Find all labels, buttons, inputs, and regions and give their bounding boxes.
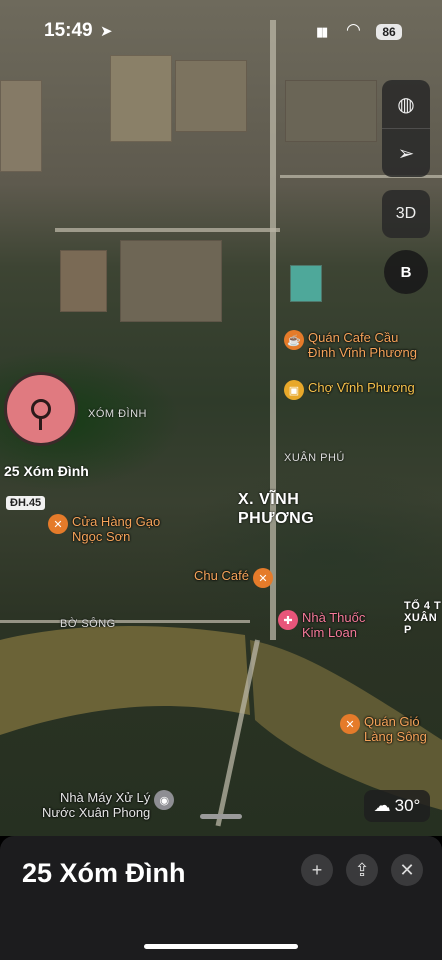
poi-nha-may[interactable]: ◉ Nhà Máy Xử Lý Nước Xuân Phong (42, 790, 175, 820)
plus-icon: + (311, 859, 323, 880)
poi-chu-cafe[interactable]: ✕ Chu Café (194, 568, 273, 588)
location-arrow-icon: ➢ (397, 142, 415, 165)
weather-badge[interactable]: ☁ 30° (364, 790, 430, 822)
food-icon: ✕ (252, 568, 273, 588)
globe-icon: ◍ (397, 93, 415, 116)
place-card[interactable]: 25 Xóm Đình + ⇪ ✕ (0, 814, 442, 960)
poi-cua-hang-gao[interactable]: ✕ Cửa Hàng Gạo Ngọc Sơn (48, 514, 160, 544)
poi-nha-thuoc[interactable]: ✚ Nhà Thuốc Kim Loan (278, 610, 365, 640)
xom-dinh-label: XÓM ĐÌNH (88, 408, 147, 420)
to-4-label: TỔ 4 T XUÂN P (404, 600, 442, 636)
road-badge: ĐH.45 (6, 496, 46, 510)
map-controls: ◍ ➢ (382, 80, 430, 177)
ward-label: X. VĨNH PHƯƠNG (238, 491, 315, 527)
location-button[interactable]: ➢ (382, 128, 430, 177)
add-button[interactable]: + (301, 854, 333, 886)
compass[interactable]: B (384, 250, 428, 294)
close-icon: ✕ (399, 859, 415, 880)
shopping-bag-icon: ▣ (284, 380, 304, 400)
location-arrow-icon: ➤ (100, 23, 113, 40)
share-button[interactable]: ⇪ (346, 854, 378, 886)
facility-icon: ◉ (154, 790, 175, 810)
poi-cho-vinh-phuong[interactable]: ▣ Chợ Vĩnh Phương (284, 380, 415, 400)
sheet-grabber[interactable] (200, 814, 242, 819)
wifi-icon: ◠ (346, 20, 361, 39)
food-icon: ✕ (48, 514, 68, 534)
xuan-phu-label: XUÂN PHÚ (284, 452, 345, 464)
pharmacy-icon: ✚ (278, 610, 298, 630)
clock: 15:49 (44, 20, 93, 41)
pin-label: 25 Xóm Đình (4, 463, 89, 479)
temperature: 30° (394, 796, 421, 815)
view-mode-control: 3D (382, 190, 430, 238)
poi-quan-cafe[interactable]: ☕ Quán Cafe Cầu Đình Vĩnh Phương (284, 330, 417, 360)
pin-icon (31, 399, 51, 430)
poi-quan-gio[interactable]: ✕ Quán Gió Làng Sông (340, 714, 427, 744)
road (55, 228, 280, 232)
bo-song-label: BỜ SÔNG (60, 618, 116, 630)
signal-icon: ▮▮ (316, 24, 328, 39)
road (0, 620, 250, 623)
food-icon: ✕ (340, 714, 360, 734)
battery-indicator: 86 (376, 24, 402, 40)
3d-button[interactable]: 3D (382, 190, 430, 238)
location-pin[interactable] (4, 372, 78, 446)
road (270, 20, 276, 640)
share-icon: ⇪ (354, 859, 370, 880)
home-indicator (144, 944, 298, 949)
close-button[interactable]: ✕ (391, 854, 423, 886)
status-bar: 15:49 ➤ ▮▮ ◠ 86 (0, 0, 442, 62)
globe-button[interactable]: ◍ (382, 80, 430, 128)
place-title: 25 Xóm Đình (22, 858, 186, 888)
cafe-icon: ☕ (284, 330, 304, 350)
cloud-icon: ☁ (373, 796, 391, 815)
